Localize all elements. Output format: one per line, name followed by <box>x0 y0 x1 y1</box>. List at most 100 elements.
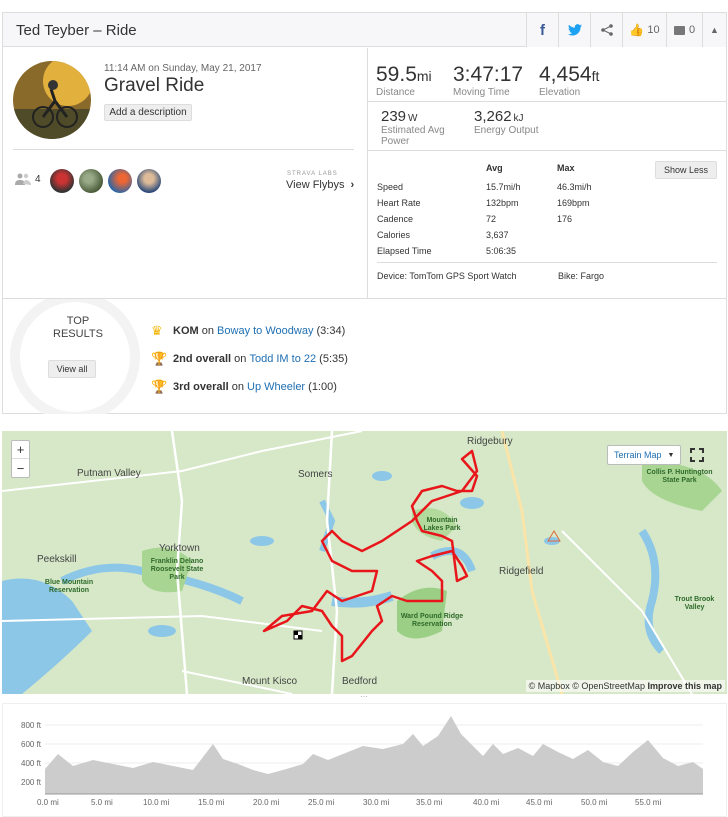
trophy-icon: 🏆 <box>151 379 168 394</box>
map-label: Collis P. Huntington State Park <box>646 469 713 484</box>
top-results-list: ♛ KOM on Boway to Woodway (3:34) 🏆 2nd o… <box>151 317 348 401</box>
detail-label: Speed <box>377 182 404 192</box>
distance-label: Distance <box>376 87 415 98</box>
segment-link[interactable]: Boway to Woodway <box>217 317 313 345</box>
distance-unit: mi <box>416 68 432 84</box>
top-results-title-line1: TOP <box>66 315 90 327</box>
stat-elevation: 4,454ft Elevation <box>539 63 599 98</box>
detail-max: 169bpm <box>557 198 590 208</box>
details-max: 46.3mi/h 169bpm 176 <box>557 179 592 227</box>
device-info: Device: TomTom GPS Sport Watch <box>377 271 517 281</box>
segment-link[interactable]: Todd IM to 22 <box>249 345 316 373</box>
show-less-button[interactable]: Show Less <box>655 161 717 179</box>
athlete-avatar[interactable] <box>13 61 91 139</box>
result-item: 🏆 3rd overall on Up Wheeler (1:00) <box>151 373 348 401</box>
avatar[interactable] <box>137 169 161 193</box>
add-description-button[interactable]: Add a description <box>104 104 192 121</box>
attribution-text: © Mapbox © OpenStreetMap <box>528 681 645 691</box>
comment-count: 0 <box>688 24 696 36</box>
route-map[interactable]: Ridgebury Putnam Valley Somers Yorktown … <box>2 431 727 694</box>
share-button[interactable] <box>590 13 622 47</box>
detail-avg: 5:06:35 <box>486 246 517 256</box>
activity-name: Gravel Ride <box>104 75 205 96</box>
map-label: Ward Pound Ridge Reservation <box>400 613 464 628</box>
top-results-title: TOP RESULTS <box>43 315 113 341</box>
x-tick: 40.0 mi <box>473 798 500 807</box>
view-all-button[interactable]: View all <box>48 360 96 378</box>
trophy-icon: 🏆 <box>151 351 168 366</box>
energy-label: Energy Output <box>474 125 539 136</box>
twitter-icon <box>567 24 582 36</box>
segment-link[interactable]: Up Wheeler <box>247 373 305 401</box>
strava-labs-label: STRAVA LABS <box>287 171 338 177</box>
zoom-out-button[interactable]: − <box>12 459 29 477</box>
x-tick: 0.0 mi <box>37 798 59 807</box>
avatar[interactable] <box>108 169 132 193</box>
resize-handle[interactable]: ⋯ <box>360 693 370 701</box>
detail-label: Cadence <box>377 214 414 224</box>
map-attribution: © Mapbox © OpenStreetMap Improve this ma… <box>525 680 725 692</box>
elevation-chart[interactable]: 800 ft 600 ft 400 ft 200 ft 0.0 mi 5.0 m… <box>2 703 727 817</box>
map-label: Franklin Delano Roosevelt State Park <box>150 558 204 581</box>
map-label: Somers <box>298 469 333 480</box>
avatar[interactable] <box>79 169 103 193</box>
avatar[interactable] <box>50 169 74 193</box>
moving-time-value: 3:47:17 <box>453 63 524 86</box>
map-style-select[interactable]: Terrain Map ▼ <box>607 445 681 465</box>
activity-datetime: 11:14 AM on Sunday, May 21, 2017 <box>104 63 262 74</box>
elevation-label: Elevation <box>539 87 581 98</box>
y-tick: 200 ft <box>21 778 42 787</box>
map-style-label: Terrain Map <box>614 450 662 460</box>
result-time: (1:00) <box>308 381 337 393</box>
athletes-with-you[interactable]: 4 <box>15 173 41 185</box>
x-tick: 25.0 mi <box>308 798 335 807</box>
energy-value: 3,262 <box>474 108 512 125</box>
result-rank: 3rd overall <box>173 381 229 393</box>
power-label-2: Power <box>381 136 410 147</box>
x-tick: 5.0 mi <box>91 798 113 807</box>
col-max-header: Max <box>557 163 575 173</box>
col-avg-header: Avg <box>486 163 503 173</box>
chevron-right-icon: › <box>350 179 355 191</box>
view-flybys-label: View Flybys <box>286 179 345 191</box>
comment-button[interactable]: 0 <box>666 13 702 47</box>
elevation-value: 4,454 <box>539 63 592 86</box>
elevation-unit: ft <box>591 68 600 84</box>
details-avg: 15.7mi/h 132bpm 72 3,637 5:06:35 <box>486 179 521 259</box>
stat-energy: 3,262 kJ Energy Output <box>474 108 538 136</box>
x-tick: 45.0 mi <box>526 798 553 807</box>
kudos-count: 10 <box>647 24 660 36</box>
page-title: Ted Teyber – Ride <box>16 22 137 39</box>
stat-moving-time: 3:47:17 Moving Time <box>453 63 523 98</box>
facebook-share-button[interactable]: f <box>526 13 558 47</box>
kudos-button[interactable]: 👍 10 <box>622 13 666 47</box>
x-tick: 35.0 mi <box>416 798 443 807</box>
map-label: Putnam Valley <box>77 468 141 479</box>
result-time: (5:35) <box>319 353 348 365</box>
twitter-share-button[interactable] <box>558 13 590 47</box>
comment-icon <box>673 25 685 35</box>
caret-down-icon: ▼ <box>667 451 675 459</box>
result-rank: 2nd overall <box>173 353 232 365</box>
share-icon <box>600 24 613 36</box>
view-flybys-link[interactable]: View Flybys › <box>286 179 354 191</box>
map-label: Ridgefield <box>499 566 544 577</box>
crown-icon: ♛ <box>151 323 163 338</box>
detail-max: 46.3mi/h <box>557 182 592 192</box>
fullscreen-icon <box>690 448 704 462</box>
thumbs-up-icon: 👍 <box>629 23 645 37</box>
result-time: (3:34) <box>316 325 346 337</box>
y-tick: 600 ft <box>21 740 42 749</box>
zoom-in-button[interactable]: + <box>12 441 29 459</box>
improve-map-link[interactable]: Improve this map <box>647 681 722 691</box>
y-tick: 400 ft <box>21 759 42 768</box>
details-labels: Speed Heart Rate Cadence Calories Elapse… <box>377 179 432 259</box>
activity-card: Ted Teyber – Ride f 👍 10 0 ▲ 11:14 AM on… <box>2 12 727 414</box>
detail-avg: 15.7mi/h <box>486 182 521 192</box>
map-label: Trout Brook Valley <box>674 596 715 611</box>
fullscreen-button[interactable] <box>687 445 707 465</box>
detail-avg: 72 <box>486 214 497 224</box>
collapse-button[interactable]: ▲ <box>702 13 726 47</box>
map-label: Peekskill <box>37 554 77 565</box>
map-label: Blue Mountain Reservation <box>44 579 94 594</box>
